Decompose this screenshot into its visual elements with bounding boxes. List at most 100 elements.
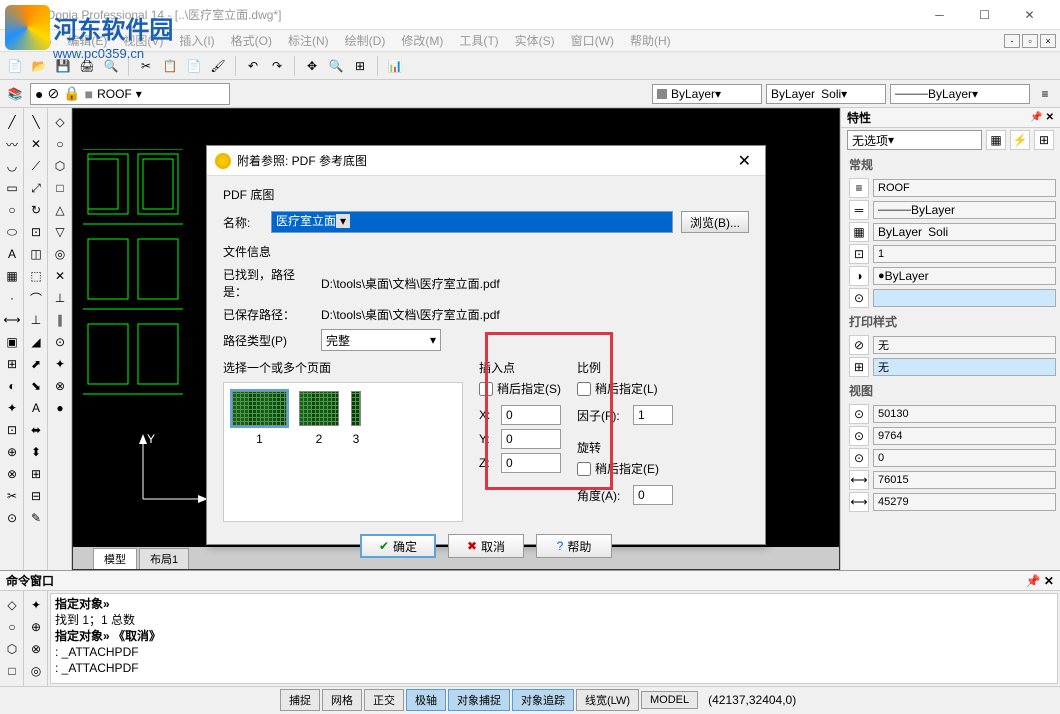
snap-a-icon[interactable]: ◇ [50, 112, 70, 132]
cut-icon[interactable]: ✂ [135, 55, 157, 77]
prop-v2[interactable]: 9764 [873, 427, 1056, 445]
hatch-icon[interactable]: ▦ [2, 266, 22, 286]
name-combo[interactable]: 医疗室立面▾ [271, 211, 673, 233]
mdi-minimize[interactable]: - [1004, 34, 1020, 48]
prop-none2[interactable]: 无 [873, 358, 1056, 376]
tool-g-icon[interactable]: ⊙ [2, 508, 22, 528]
menu-solids[interactable]: 实体(S) [507, 30, 563, 51]
linetype-combo[interactable]: ByLayer Soli▾ [766, 84, 886, 104]
menu-modify[interactable]: 修改(M) [393, 30, 451, 51]
prop-none1[interactable]: 无 [873, 336, 1056, 354]
tool-f-icon[interactable]: ✂ [2, 486, 22, 506]
tool-e-icon[interactable]: ⊗ [2, 464, 22, 484]
input-angle[interactable] [633, 485, 673, 505]
status-lw[interactable]: 线宽(LW) [576, 689, 639, 711]
status-snap[interactable]: 捕捉 [280, 689, 320, 711]
mod-h-icon[interactable]: ⬚ [26, 266, 46, 286]
mod-k-icon[interactable]: ◢ [26, 332, 46, 352]
status-ortho[interactable]: 正交 [364, 689, 404, 711]
page-1[interactable]: 1 [232, 391, 287, 446]
input-x[interactable] [501, 405, 561, 425]
new-icon[interactable]: 📄 [4, 55, 26, 77]
tab-model[interactable]: 模型 [93, 548, 137, 569]
mod-i-icon[interactable]: ⌒ [26, 288, 46, 308]
prop-v1[interactable]: 50130 [873, 405, 1056, 423]
tool-a-icon[interactable]: ◐ [2, 376, 22, 396]
menu-edit[interactable]: 编辑(E) [59, 30, 115, 51]
pin-icon[interactable]: 📌 ✕ [1030, 112, 1054, 123]
mod-q-icon[interactable]: ⊞ [26, 464, 46, 484]
color-combo[interactable]: ByLayer▾ [652, 84, 762, 104]
mod-p-icon[interactable]: ⬍ [26, 442, 46, 462]
snap-j-icon[interactable]: ∥ [50, 310, 70, 330]
maximize-button[interactable]: ☐ [962, 0, 1007, 30]
table-icon[interactable]: ⊞ [2, 354, 22, 374]
copy-icon[interactable]: 📋 [159, 55, 181, 77]
pan-icon[interactable]: ✥ [301, 55, 323, 77]
status-otrack[interactable]: 对象追踪 [512, 689, 574, 711]
snap-k-icon[interactable]: ⊙ [50, 332, 70, 352]
prop-lscale[interactable]: 1 [873, 245, 1056, 263]
cmd-f-icon[interactable]: ⊕ [26, 617, 46, 637]
snap-n-icon[interactable]: ● [50, 398, 70, 418]
cmd-pin-icon[interactable]: 📌 ✕ [1026, 574, 1054, 588]
snap-c-icon[interactable]: ⬡ [50, 156, 70, 176]
snap-h-icon[interactable]: ✕ [50, 266, 70, 286]
zoomext-icon[interactable]: ⊞ [349, 55, 371, 77]
menu-file[interactable]: 文件(F) [4, 30, 59, 51]
quick-icon[interactable]: ⚡ [1010, 130, 1030, 150]
menu-insert[interactable]: 插入(I) [171, 30, 222, 51]
snap-l-icon[interactable]: ✦ [50, 354, 70, 374]
print-icon[interactable]: 🖨 [76, 55, 98, 77]
input-z[interactable] [501, 453, 561, 473]
select-icon[interactable]: ▦ [986, 130, 1006, 150]
dialog-close-button[interactable]: ✕ [732, 151, 757, 171]
line-icon[interactable]: ╱ [2, 112, 22, 132]
save-icon[interactable]: 💾 [52, 55, 74, 77]
prop-misc[interactable] [873, 289, 1056, 307]
check-later-e[interactable]: 稍后指定(E) [577, 460, 673, 477]
snap-d-icon[interactable]: □ [50, 178, 70, 198]
filter-icon[interactable]: ⊞ [1034, 130, 1054, 150]
check-later-l[interactable]: 稍后指定(L) [577, 380, 673, 397]
paste-icon[interactable]: 📄 [183, 55, 205, 77]
prop-v4[interactable]: 76015 [873, 471, 1056, 489]
rect-icon[interactable]: ▭ [2, 178, 22, 198]
lineweight-combo[interactable]: ———ByLayer▾ [890, 84, 1030, 104]
page-3[interactable]: 3 [351, 391, 361, 446]
menu-window[interactable]: 窗口(W) [563, 30, 622, 51]
tool-d-icon[interactable]: ⊕ [2, 442, 22, 462]
text-icon[interactable]: A [2, 244, 22, 264]
mod-l-icon[interactable]: ⬈ [26, 354, 46, 374]
cmd-h-icon[interactable]: ◎ [26, 661, 46, 681]
cmd-b-icon[interactable]: ○ [2, 617, 22, 637]
prop-ltype2[interactable]: ByLayer Soli [873, 223, 1056, 241]
mod-b-icon[interactable]: ✕ [26, 134, 46, 154]
mod-n-icon[interactable]: A [26, 398, 46, 418]
cancel-button[interactable]: ✖取消 [448, 534, 524, 558]
browse-button[interactable]: 浏览(B)... [681, 211, 749, 233]
ellipse-icon[interactable]: ⬭ [2, 222, 22, 242]
pline-icon[interactable]: 〰 [2, 134, 22, 154]
status-polar[interactable]: 极轴 [406, 689, 446, 711]
status-grid[interactable]: 网格 [322, 689, 362, 711]
cmd-a-icon[interactable]: ◇ [2, 595, 22, 615]
cmd-c-icon[interactable]: ⬡ [2, 639, 22, 659]
mod-m-icon[interactable]: ⬊ [26, 376, 46, 396]
close-button[interactable]: ✕ [1007, 0, 1052, 30]
tab-layout1[interactable]: 布局1 [139, 548, 189, 569]
block-icon[interactable]: ▣ [2, 332, 22, 352]
menu-tools[interactable]: 工具(T) [451, 30, 506, 51]
cmd-d-icon[interactable]: □ [2, 661, 22, 681]
mod-e-icon[interactable]: ↻ [26, 200, 46, 220]
lw-icon[interactable]: ≡ [1034, 83, 1056, 105]
menu-draw[interactable]: 绘制(D) [337, 30, 394, 51]
cmd-e-icon[interactable]: ✦ [26, 595, 46, 615]
input-y[interactable] [501, 429, 561, 449]
properties-icon[interactable]: 📊 [384, 55, 406, 77]
snap-i-icon[interactable]: ⊥ [50, 288, 70, 308]
snap-b-icon[interactable]: ○ [50, 134, 70, 154]
mod-g-icon[interactable]: ◫ [26, 244, 46, 264]
cmd-g-icon[interactable]: ⊗ [26, 639, 46, 659]
redo-icon[interactable]: ↷ [266, 55, 288, 77]
